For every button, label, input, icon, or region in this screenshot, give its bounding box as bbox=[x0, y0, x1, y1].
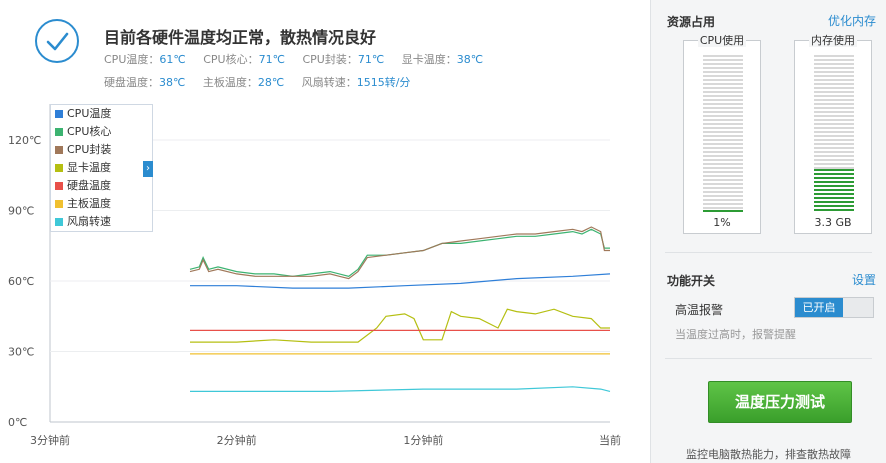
y-tick-label: 60℃ bbox=[8, 275, 34, 288]
legend-swatch bbox=[55, 128, 63, 136]
high-temp-alarm-label: 高温报警 bbox=[675, 303, 724, 317]
x-tick-label: 3分钟前 bbox=[30, 433, 70, 447]
memory-usage-meter: 内存使用 3.3 GB bbox=[794, 34, 872, 234]
legend-label: 风扇转速 bbox=[67, 215, 111, 228]
section-divider-2 bbox=[665, 358, 872, 359]
stress-test-button[interactable]: 温度压力测试 bbox=[708, 381, 852, 423]
optimize-memory-link[interactable]: 优化内存 bbox=[828, 12, 876, 29]
function-section-title: 功能开关 bbox=[667, 274, 716, 288]
legend-item[interactable]: 硬盘温度 bbox=[51, 177, 152, 195]
chart-legend: CPU温度 CPU核心 CPU封装显卡温度硬盘温度主板温度风扇转速 bbox=[50, 104, 153, 232]
legend-swatch bbox=[55, 146, 63, 154]
resource-section-title: 资源占用 bbox=[667, 15, 716, 29]
series-line-7 bbox=[190, 386, 611, 392]
cpu-usage-fill bbox=[703, 209, 743, 213]
alarm-description: 当温度过高时，报警提醒 bbox=[675, 328, 796, 341]
x-tick-label: 当前 bbox=[599, 433, 621, 447]
legend-label: CPU核心 bbox=[67, 125, 112, 138]
legend-item[interactable]: 主板温度 bbox=[51, 195, 152, 213]
y-tick-label: 0℃ bbox=[8, 416, 27, 429]
cpu-usage-label: CPU使用 bbox=[697, 34, 747, 47]
memory-usage-fill bbox=[814, 168, 854, 213]
cpu-usage-value: 1% bbox=[713, 216, 731, 229]
x-tick-label: 2分钟前 bbox=[217, 433, 257, 447]
legend-label: 显卡温度 bbox=[67, 161, 111, 174]
legend-item[interactable]: CPU核心 bbox=[51, 123, 152, 141]
legend-swatch bbox=[55, 200, 63, 208]
legend-item[interactable]: 显卡温度 bbox=[51, 159, 152, 177]
stress-test-description: 监控电脑散热能力，排查散热故障 bbox=[686, 448, 851, 461]
legend-item[interactable]: CPU温度 bbox=[51, 105, 152, 123]
legend-swatch bbox=[55, 110, 63, 118]
legend-label: CPU封装 bbox=[67, 143, 112, 156]
legend-collapse-button[interactable]: › bbox=[143, 161, 153, 177]
section-divider bbox=[665, 252, 872, 253]
legend-swatch bbox=[55, 164, 63, 172]
legend-item[interactable]: 风扇转速 bbox=[51, 213, 152, 231]
high-temp-alarm-toggle[interactable]: 已开启 bbox=[794, 297, 874, 318]
x-tick-label: 1分钟前 bbox=[403, 433, 443, 447]
y-tick-label: 120℃ bbox=[8, 134, 41, 147]
legend-swatch bbox=[55, 182, 63, 190]
settings-link[interactable]: 设置 bbox=[852, 271, 876, 288]
legend-label: 主板温度 bbox=[67, 197, 111, 210]
memory-usage-value: 3.3 GB bbox=[814, 216, 852, 229]
cpu-usage-meter: CPU使用 1% bbox=[683, 34, 761, 234]
legend-swatch bbox=[55, 218, 63, 226]
toggle-state-label: 已开启 bbox=[795, 298, 843, 317]
side-panel: 资源占用 优化内存 CPU使用 1% 内存使用 3.3 GB 功能开关 设置 高… bbox=[650, 0, 886, 463]
memory-usage-label: 内存使用 bbox=[809, 34, 857, 47]
temperature-monitor-panel: 目前各硬件温度均正常，散热情况良好 CPU温度：61℃ CPU核心：71℃ CP… bbox=[0, 0, 650, 463]
legend-label: CPU温度 bbox=[67, 107, 112, 120]
legend-item[interactable]: CPU封装 bbox=[51, 141, 152, 159]
legend-label: 硬盘温度 bbox=[67, 179, 111, 192]
series-line-4 bbox=[190, 308, 610, 343]
y-tick-label: 30℃ bbox=[8, 346, 34, 359]
y-tick-label: 90℃ bbox=[8, 205, 34, 218]
